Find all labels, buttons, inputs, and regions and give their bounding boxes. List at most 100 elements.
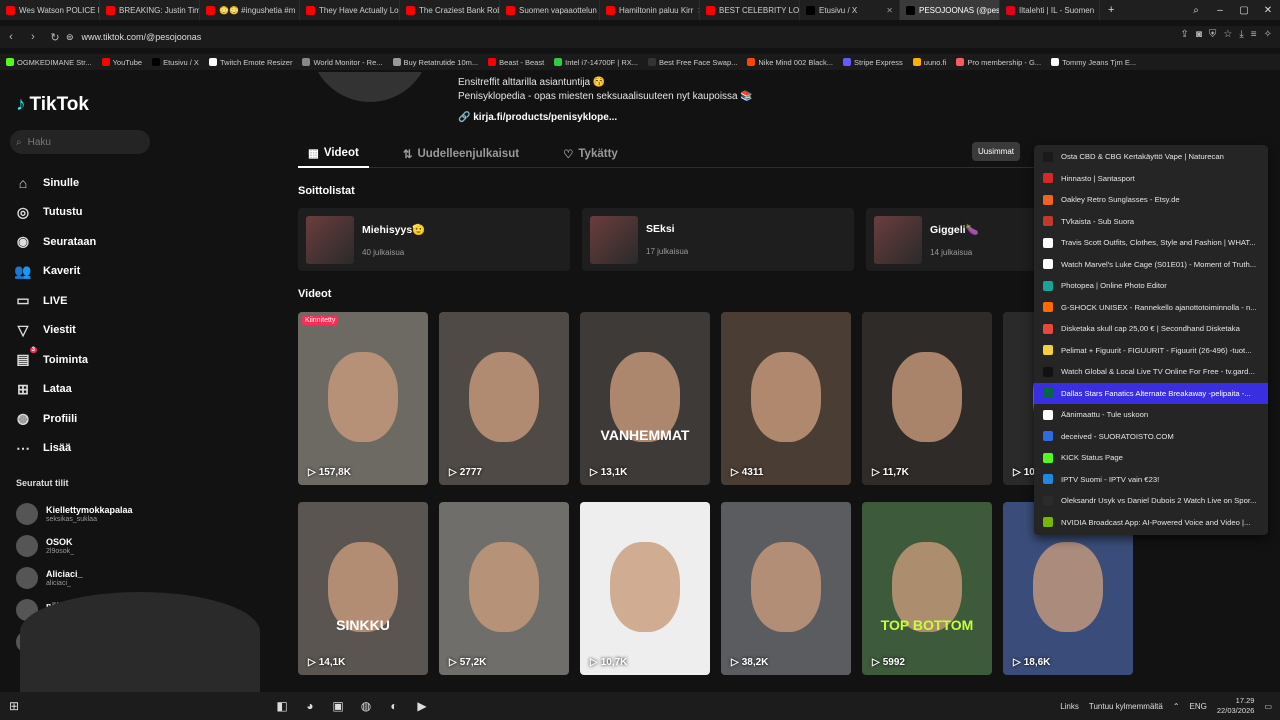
followed-account[interactable]: Aliciaci_ aliciaci_ xyxy=(16,562,133,594)
sidebar-item-profiili[interactable]: ◍ Profiili xyxy=(14,404,96,434)
notifications-icon[interactable]: ▭ xyxy=(1264,702,1272,711)
history-item[interactable]: Osta CBD & CBG Kertakäyttö Vape | Nature… xyxy=(1034,146,1268,168)
star-icon[interactable]: ☆ xyxy=(1223,29,1232,40)
shield-icon[interactable]: ⛨ xyxy=(1209,29,1217,40)
history-item[interactable]: Disketaka skull cap 25,00 € | Secondhand… xyxy=(1034,318,1268,340)
history-item[interactable]: IPTV Suomi - IPTV vain €23! xyxy=(1034,469,1268,491)
bookmark-item[interactable]: World Monitor - Re... xyxy=(302,58,383,67)
tab-reposts[interactable]: ⇅ Uudelleenjulkaisut xyxy=(393,140,529,168)
bookmark-item[interactable]: Buy Retatrutide 10m... xyxy=(392,58,478,67)
site-info-icon[interactable]: ⊜ xyxy=(66,32,74,43)
bio-link[interactable]: 🔗 kirja.fi/products/penisyklope... xyxy=(458,112,617,123)
reload-icon[interactable]: ↻ xyxy=(44,31,66,44)
history-item[interactable]: Pelimat + Figuurit - FIGUURIT - Figuurit… xyxy=(1034,340,1268,362)
sidebar-item-lisää[interactable]: ⋯ Lisää xyxy=(14,434,96,464)
history-item[interactable]: G-SHOCK UNISEX - Rannekello ajanottotoim… xyxy=(1034,297,1268,319)
history-item[interactable]: Watch Global & Local Live TV Online For … xyxy=(1034,361,1268,383)
sidebar-item-live[interactable]: ▭ LIVE xyxy=(14,286,96,316)
playlist-card[interactable]: Miehisyys🫡 40 julkaisua xyxy=(298,208,570,271)
followed-account[interactable]: Kiellettymokkapalaa seksikas_suklaa xyxy=(16,498,133,530)
bookmark-item[interactable]: Tommy Jeans Tjm E... xyxy=(1051,58,1136,67)
bookmark-item[interactable]: uuno.fi xyxy=(912,58,946,67)
bookmark-item[interactable]: Intel i7-14700F | RX... xyxy=(554,58,638,67)
bookmark-item[interactable]: Best Free Face Swap... xyxy=(648,58,737,67)
video-thumbnail[interactable]: ▷ 10,7K xyxy=(580,502,710,675)
camera-icon[interactable]: ◙ xyxy=(1196,29,1202,40)
browser-tab[interactable]: Suomen vapaaottelun✕ xyxy=(500,0,600,20)
tab-liked[interactable]: ♡ Tykätty xyxy=(553,140,628,168)
browser-tab[interactable]: Iltalehti | IL - Suomen✕ xyxy=(1000,0,1100,20)
video-thumbnail[interactable]: ▷ 11,7K xyxy=(862,312,992,485)
video-thumbnail[interactable]: ▷ 38,2K xyxy=(721,502,851,675)
browser-tab[interactable]: BREAKING: Justin Tim✕ xyxy=(100,0,200,20)
history-item[interactable]: TVkaista - Sub Suora xyxy=(1034,211,1268,233)
sidebar-item-seurataan[interactable]: ◉ Seurataan xyxy=(14,227,96,257)
video-thumbnail[interactable]: SINKKU ▷ 14,1K xyxy=(298,502,428,675)
history-item[interactable]: NVIDIA Broadcast App: AI-Powered Voice a… xyxy=(1034,512,1268,534)
sidebar-item-tutustu[interactable]: ◎ Tutustu xyxy=(14,198,96,228)
video-thumbnail[interactable]: VANHEMMAT ▷ 13,1K xyxy=(580,312,710,485)
history-item[interactable]: deceived - SUORATOISTO.COM xyxy=(1034,426,1268,448)
video-thumbnail[interactable]: ▷ 4311 xyxy=(721,312,851,485)
bookmark-item[interactable]: OGMKEDIMANE Str... xyxy=(6,58,92,67)
tab-videos[interactable]: ▦ Videot xyxy=(298,140,369,168)
sidebar-item-kaverit[interactable]: 👥 Kaverit xyxy=(14,257,96,287)
edge-icon[interactable]: ◐ xyxy=(380,699,408,713)
url-field[interactable]: ⊜ www.tiktok.com/@pesojoonas xyxy=(66,26,201,48)
bookmark-item[interactable]: Stripe Express xyxy=(843,58,903,67)
app-icon[interactable]: ▶ xyxy=(408,699,436,713)
video-thumbnail[interactable]: ▷ 2777 xyxy=(439,312,569,485)
sidebar-item-sinulle[interactable]: ⌂ Sinulle xyxy=(14,168,96,198)
bookmark-item[interactable]: Pro membership - G... xyxy=(956,58,1041,67)
followed-account[interactable]: OSOK 2l9osok_ xyxy=(16,530,133,562)
language-indicator[interactable]: ENG xyxy=(1190,702,1207,711)
search-input[interactable]: ⌕ Haku xyxy=(10,130,150,154)
browser-tab[interactable]: Wes Watson POLICE R✕ xyxy=(0,0,100,20)
tiktok-logo[interactable]: ♪ TikTok xyxy=(16,94,89,116)
history-item[interactable]: Dallas Stars Fanatics Alternate Breakawa… xyxy=(1034,382,1268,404)
history-item[interactable]: Hinnasto | Santasport xyxy=(1034,168,1268,190)
browser-tab[interactable]: 😳😳 #ingushetia #m✕ xyxy=(200,0,300,20)
bookmark-item[interactable]: Beast - Beast xyxy=(488,58,544,67)
weather-text[interactable]: Tuntuu kylmemmältä xyxy=(1089,702,1163,711)
discord-icon[interactable]: ◕ xyxy=(296,699,324,713)
close-icon[interactable]: ✕ xyxy=(886,6,893,15)
video-thumbnail[interactable]: TOP BOTTOM ▷ 5992 xyxy=(862,502,992,675)
history-item[interactable]: Photopea | Online Photo Editor xyxy=(1034,275,1268,297)
history-item[interactable]: Travis Scott Outfits, Clothes, Style and… xyxy=(1034,232,1268,254)
history-item[interactable]: Oakley Retro Sunglasses - Etsy.de xyxy=(1034,189,1268,211)
download-icon[interactable]: ⤓ xyxy=(1239,29,1243,40)
sidebar-item-viestit[interactable]: ▽ Viestit xyxy=(14,316,96,346)
menu-icon[interactable]: ≡ xyxy=(1251,29,1257,40)
history-item[interactable]: KICK Status Page xyxy=(1034,447,1268,469)
browser-tab[interactable]: Hamiltonin paluu Kirr✕ xyxy=(600,0,700,20)
playlist-card[interactable]: SEksi 17 julkaisua xyxy=(582,208,854,271)
sidebar-item-toiminta[interactable]: ▤ 3 Toiminta xyxy=(14,345,96,375)
maximize-icon[interactable]: ▢ xyxy=(1232,5,1256,16)
clock[interactable]: 17.29 22/03/2026 xyxy=(1217,696,1255,716)
close-window-icon[interactable]: ✕ xyxy=(1256,5,1280,16)
bookmark-item[interactable]: Etusivu / X xyxy=(152,58,199,67)
app-icon[interactable]: ◧ xyxy=(268,699,296,713)
sidebar-item-lataa[interactable]: ⊞ Lataa xyxy=(14,375,96,405)
ai-icon[interactable]: ✧ xyxy=(1264,29,1272,40)
sort-newest-button[interactable]: Uusimmat xyxy=(972,142,1021,161)
search-tabs-icon[interactable]: ⌕ xyxy=(1184,5,1208,16)
bookmark-item[interactable]: YouTube xyxy=(101,58,142,67)
browser-tab[interactable]: BEST CELEBRITY LOOI✕ xyxy=(700,0,800,20)
browser-tab[interactable]: They Have Actually Lo✕ xyxy=(300,0,400,20)
browser-tab[interactable]: The Craziest Bank Robb✕ xyxy=(400,0,500,20)
history-item[interactable]: Watch Marvel's Luke Cage (S01E01) - Mome… xyxy=(1034,254,1268,276)
video-thumbnail[interactable]: ▷ 57,2K xyxy=(439,502,569,675)
share-icon[interactable]: ⇪ xyxy=(1180,29,1188,40)
browser-tab[interactable]: Etusivu / X ✕ xyxy=(800,0,900,20)
app-icon[interactable]: ▣ xyxy=(324,699,352,713)
back-icon[interactable]: ‹ xyxy=(0,31,22,43)
windows-start-icon[interactable]: ⊞ xyxy=(0,699,28,713)
forward-icon[interactable]: › xyxy=(22,31,44,43)
bookmark-item[interactable]: Twitch Emote Resizer xyxy=(208,58,292,67)
new-tab-icon[interactable]: + xyxy=(1100,4,1122,16)
video-thumbnail[interactable]: Kiinnitetty ▷ 157,8K xyxy=(298,312,428,485)
history-item[interactable]: Oleksandr Usyk vs Daniel Dubois 2 Watch … xyxy=(1034,490,1268,512)
links-toolbar[interactable]: Links xyxy=(1060,702,1079,711)
